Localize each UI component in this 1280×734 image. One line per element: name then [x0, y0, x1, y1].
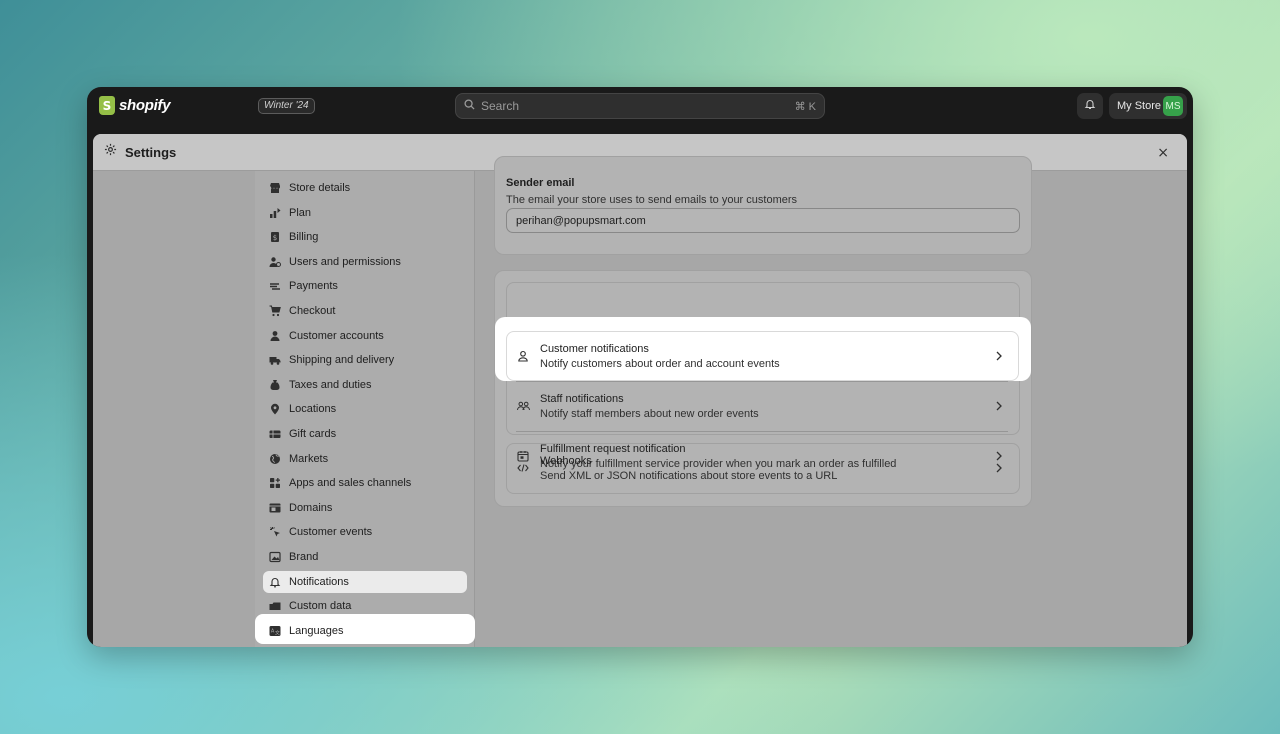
store-name: My Store	[1117, 100, 1162, 112]
sidebar-item-apps-and-sales-channels[interactable]: Apps and sales channels	[263, 472, 467, 494]
bell-icon	[1084, 97, 1096, 115]
sidebar-item-label: Brand	[289, 551, 319, 563]
person-outline-icon	[516, 349, 530, 363]
sidebar-item-label: Domains	[289, 501, 333, 514]
sidebar-item-label: Custom data	[289, 600, 352, 613]
shopify-wordmark: shopify	[119, 97, 171, 114]
sidebar-item-locations[interactable]: Locations	[263, 398, 467, 420]
sidebar-item-label: Notifications	[289, 575, 349, 588]
sidebar-item-label: Checkout	[289, 305, 336, 317]
sidebar-item-brand[interactable]: Brand	[263, 546, 467, 568]
sidebar-item-shipping-and-delivery[interactable]: Shipping and delivery	[263, 349, 467, 371]
cart-icon	[269, 305, 281, 317]
sidebar-item-domains[interactable]: Domains	[263, 497, 467, 519]
notification-row-customer-notifications[interactable]: Customer notifications Notify customers a…	[506, 331, 1018, 381]
chevron-right-icon	[992, 463, 1006, 473]
sidebar-item-taxes-and-duties[interactable]: Taxes and duties	[263, 374, 467, 396]
location-icon	[269, 403, 281, 415]
sidebar-item-label: Gift cards	[289, 428, 337, 440]
search-icon	[464, 99, 475, 113]
sender-email-title: Sender email	[506, 177, 575, 189]
sidebar-item-label: Apps and sales channels	[289, 477, 412, 490]
close-button[interactable]: ×	[1157, 145, 1169, 161]
notifications-button[interactable]	[1077, 93, 1103, 119]
sidebar-item-label: Customer accounts	[289, 329, 384, 342]
row-divider	[516, 381, 1008, 382]
svg-text:文: 文	[275, 629, 280, 636]
languages-icon: A文	[269, 625, 281, 637]
sidebar-item-label: Customer events	[289, 526, 373, 539]
sidebar-item-store-details[interactable]: Store details	[263, 177, 467, 199]
sidebar-item-label: Billing	[289, 231, 319, 244]
person-icon	[269, 330, 281, 342]
sidebar-item-label: Markets	[289, 452, 329, 465]
sidebar-item-label: Taxes and duties	[289, 378, 372, 391]
truck-icon	[269, 354, 281, 366]
sidebar-item-payments[interactable]: Payments	[263, 275, 467, 297]
bell-icon	[269, 576, 281, 588]
search-placeholder: Search	[481, 99, 520, 113]
topbar: S shopify Winter '24 Search ⌘ K My Store…	[87, 87, 1193, 127]
plan-icon	[269, 207, 281, 219]
notification-title: Staff notifications	[540, 392, 624, 405]
users-icon	[269, 256, 281, 268]
notification-description: Notify customers about order and account…	[540, 357, 780, 370]
gear-icon	[104, 143, 117, 161]
search-shortcut: ⌘ K	[794, 100, 816, 113]
gift-card-icon	[269, 428, 281, 440]
chevron-right-icon	[992, 401, 1006, 411]
sidebar-item-label: Payments	[289, 280, 338, 293]
store-menu-button[interactable]: My Store MS	[1109, 93, 1187, 119]
email-field[interactable]: perihan@popupsmart.com	[506, 208, 1020, 233]
settings-modal: Settings × Store details Plan $ Billing User…	[93, 134, 1187, 647]
store-icon	[269, 182, 281, 194]
sidebar-item-customer-accounts[interactable]: Customer accounts	[263, 325, 467, 347]
sidebar-item-customer-events[interactable]: Customer events	[263, 521, 467, 543]
sidebar-item-label: Shipping and delivery	[289, 354, 395, 367]
sidebar-item-label: Users and permissions	[289, 255, 401, 268]
edition-badge: Winter '24	[258, 98, 315, 114]
svg-text:$: $	[273, 234, 277, 242]
sidebar-item-users-and-permissions[interactable]: Users and permissions	[263, 251, 467, 273]
webhooks-description: Send XML or JSON notifications about sto…	[540, 469, 838, 482]
webhooks-row[interactable]: Webhooks Send XML or JSON notifications …	[506, 443, 1018, 493]
sender-email-description: The email your store uses to send emails…	[506, 194, 798, 206]
notification-description: Notify staff members about new order eve…	[540, 407, 759, 420]
sidebar-item-languages[interactable]: A 文 Languages	[263, 620, 467, 642]
sidebar-item-markets[interactable]: Markets	[263, 448, 467, 470]
apps-icon	[269, 477, 281, 489]
sidebar-item-checkout[interactable]: Checkout	[263, 300, 467, 322]
code-icon	[516, 461, 530, 475]
globe-icon	[269, 453, 281, 465]
sidebar-item-notifications[interactable]: Notifications	[263, 570, 467, 593]
search-input[interactable]: Search ⌘ K	[455, 93, 825, 119]
sidebar-item-label: Locations	[289, 403, 337, 416]
payments-icon	[269, 280, 281, 292]
avatar: MS	[1163, 96, 1183, 116]
sidebar-item-gift-cards[interactable]: Gift cards	[263, 423, 467, 445]
notification-title: Customer notifications	[540, 342, 649, 355]
webhooks-title: Webhooks	[540, 454, 592, 467]
shopify-bag-icon: S	[99, 96, 115, 115]
sidebar-item-label: Languages	[289, 624, 344, 637]
row-divider	[516, 431, 1008, 432]
sender-email-card: Sender email The email your store uses t…	[494, 156, 1032, 255]
taxes-icon	[269, 379, 281, 391]
page-title: Settings	[125, 144, 177, 160]
sidebar-item-label: Plan	[289, 206, 312, 219]
chevron-right-icon	[992, 351, 1006, 361]
billing-icon: $	[269, 231, 281, 243]
sidebar-item-label: Store details	[289, 182, 351, 194]
sidebar-item-custom-data[interactable]: Custom data	[263, 595, 467, 617]
sidebar-item-billing[interactable]: $ Billing	[263, 226, 467, 248]
events-icon	[269, 526, 281, 538]
shopify-logo[interactable]: S shopify	[99, 96, 171, 115]
sidebar-item-plan[interactable]: Plan	[263, 202, 467, 224]
brand-icon	[269, 551, 281, 563]
staff-icon	[516, 399, 530, 413]
admin-window: S shopify Winter '24 Search ⌘ K My Store…	[87, 87, 1193, 647]
domains-icon	[269, 502, 281, 514]
custom-data-icon	[269, 600, 281, 612]
notification-row-staff-notifications[interactable]: Staff notifications Notify staff members …	[506, 381, 1018, 431]
